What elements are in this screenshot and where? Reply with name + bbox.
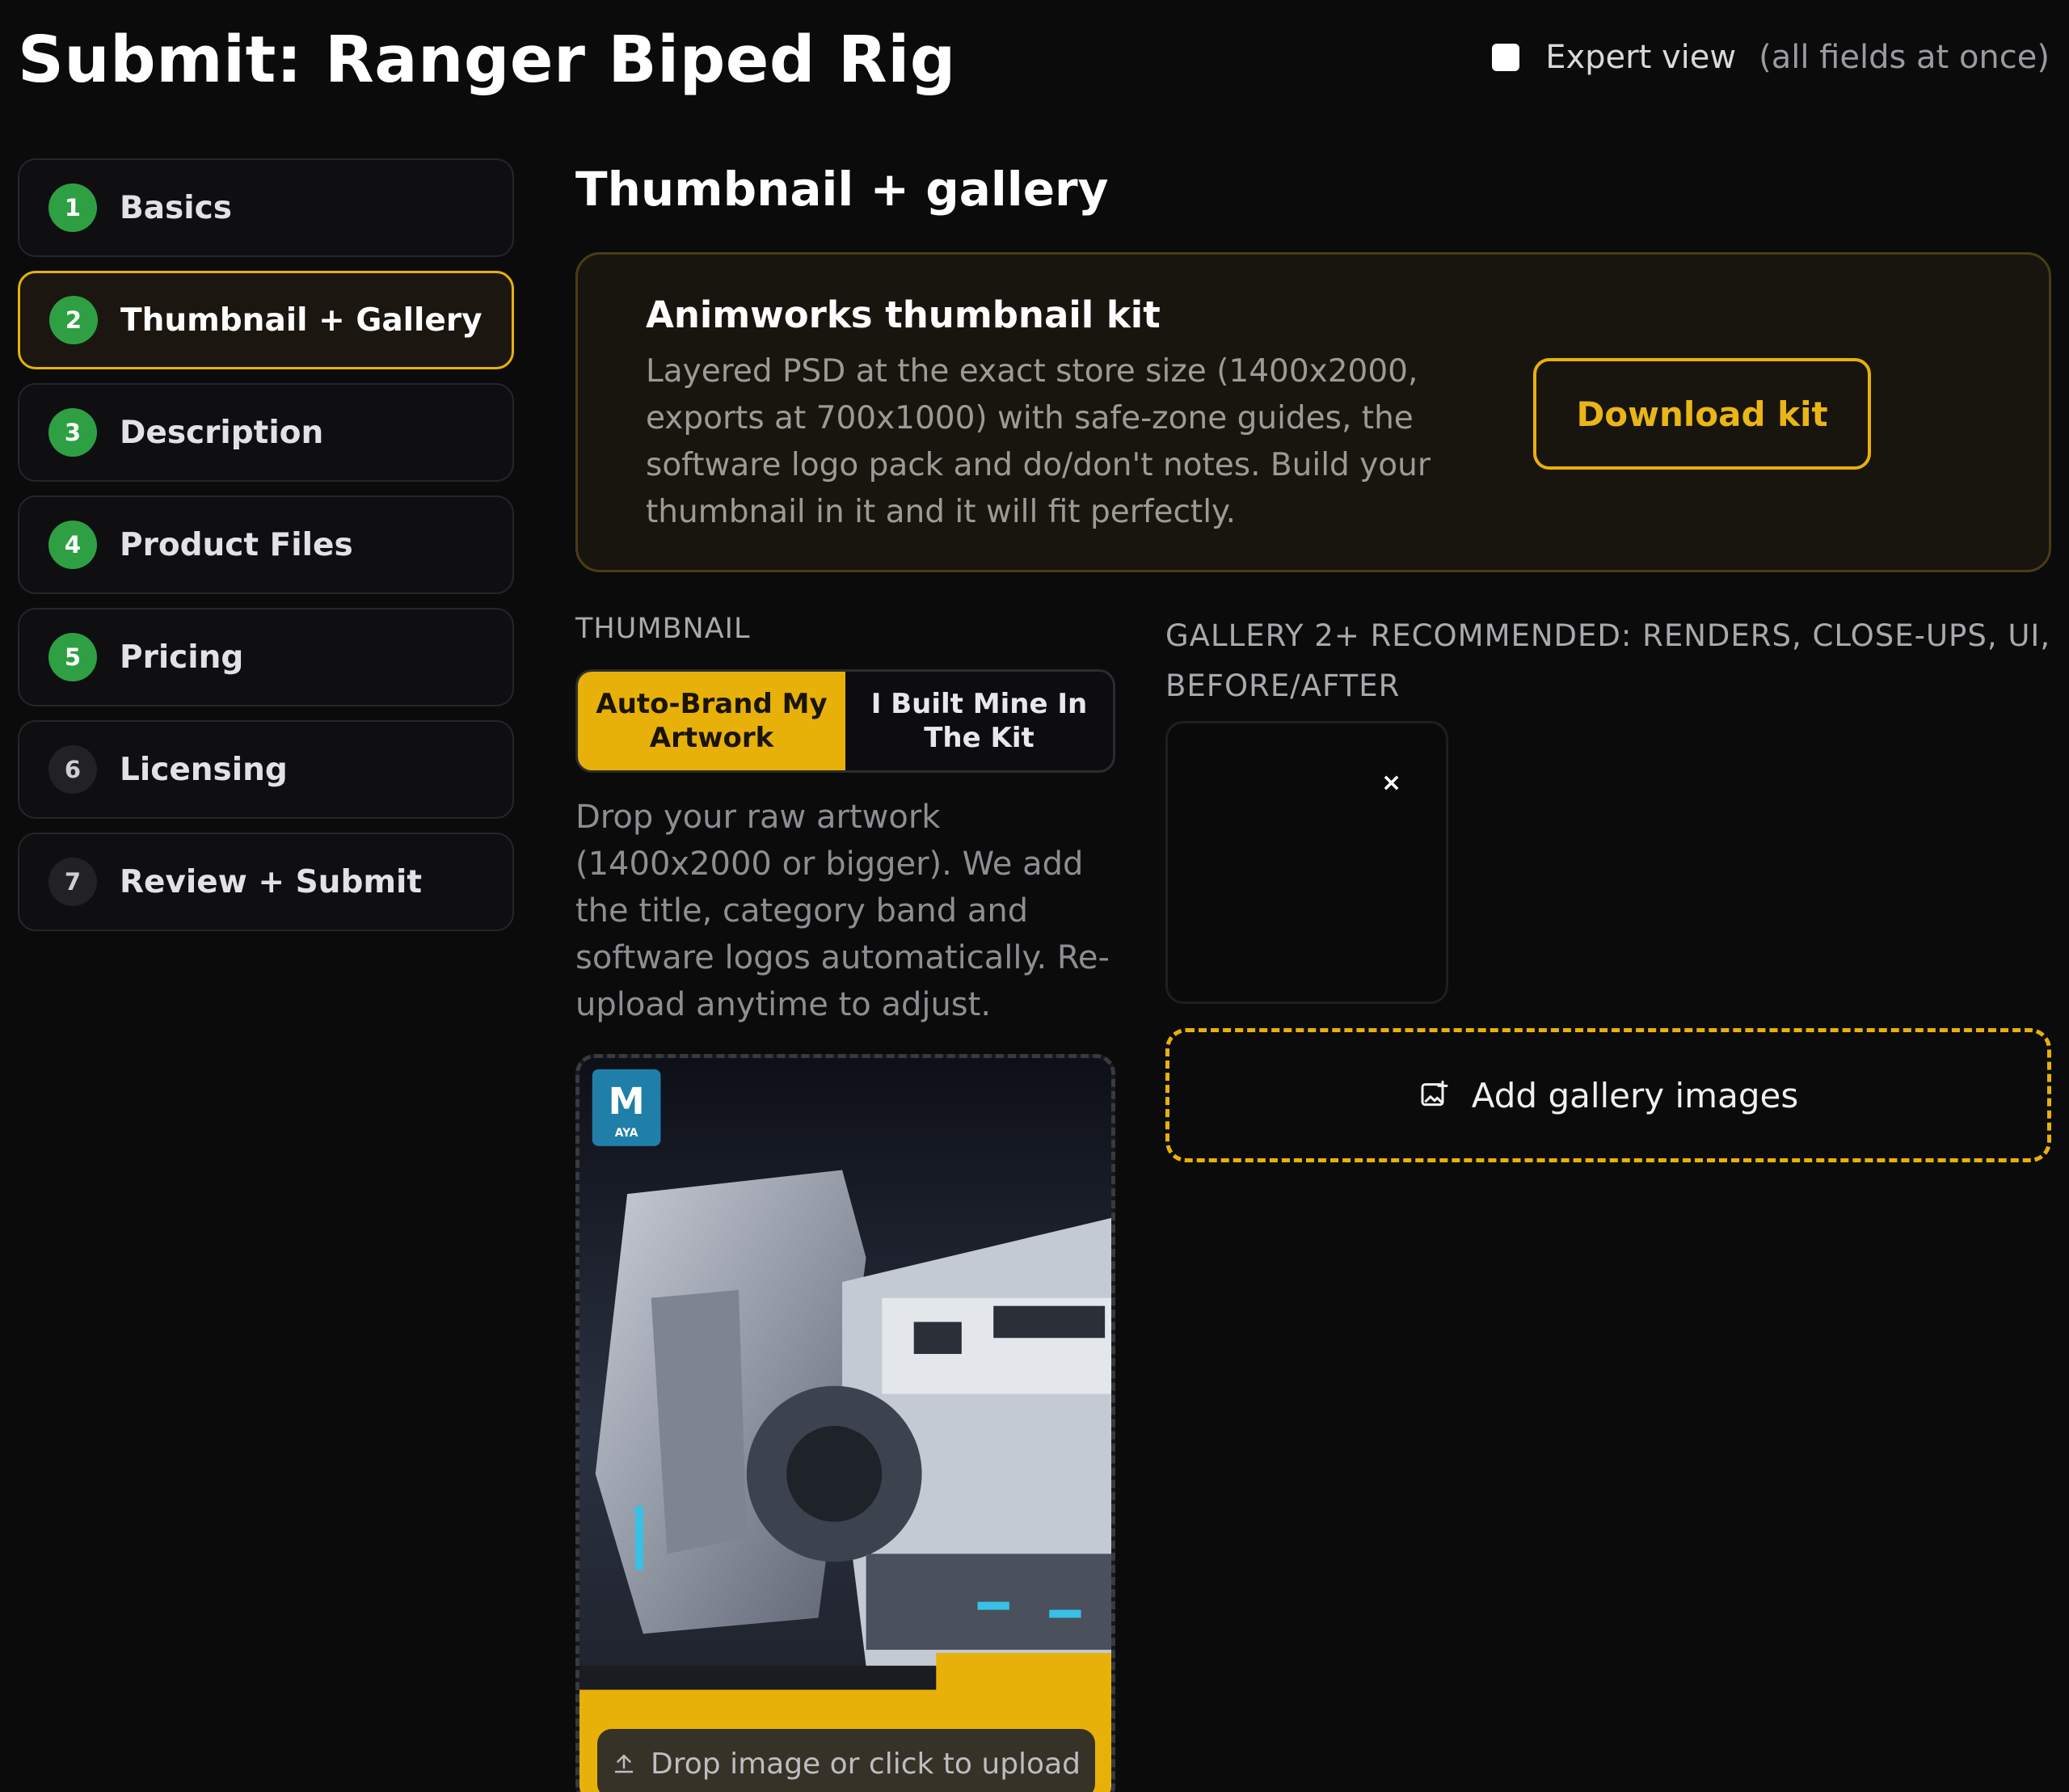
step-label: Review + Submit: [120, 863, 423, 900]
thumbnail-description: Drop your raw artwork (1400x2000 or bigg…: [575, 799, 1110, 1023]
step-number: 4: [48, 521, 97, 569]
expert-view-hint: (all fields at once): [1759, 39, 2050, 76]
built-in-kit-option[interactable]: I Built Mine In The Kit: [845, 672, 1113, 770]
auto-brand-option[interactable]: Auto-Brand My Artwork: [578, 672, 845, 770]
page-title: Submit: Ranger Biped Rig: [18, 23, 956, 97]
step-label: Pricing: [120, 639, 244, 676]
step-pricing[interactable]: 5 Pricing: [18, 608, 514, 706]
step-list: 1 Basics 2 Thumbnail + Gallery 3 Descrip…: [18, 158, 514, 945]
thumbnail-kit-card: Animworks thumbnail kit Layered PSD at t…: [575, 252, 2051, 572]
step-licensing[interactable]: 6 Licensing: [18, 720, 514, 819]
svg-text:AYA: AYA: [615, 1127, 638, 1140]
remove-gallery-image-icon[interactable]: ×: [1381, 769, 1401, 797]
gallery-label: GALLERY 2+ RECOMMENDED: RENDERS, CLOSE-U…: [1165, 618, 2051, 703]
thumbnail-dropzone[interactable]: M AYA Drop image or click to upload: [575, 1054, 1115, 1792]
step-label: Basics: [120, 189, 232, 226]
section-title: Thumbnail + gallery: [575, 162, 1109, 217]
step-number: 7: [48, 858, 97, 906]
step-number: 2: [49, 296, 98, 344]
step-number: 5: [48, 633, 97, 681]
step-number: 6: [48, 745, 97, 794]
gallery-image-tile[interactable]: ×: [1165, 721, 1448, 1004]
svg-text:M: M: [609, 1080, 645, 1123]
step-label: Product Files: [120, 526, 353, 563]
step-description[interactable]: 3 Description: [18, 383, 514, 482]
upload-prompt[interactable]: Drop image or click to upload: [597, 1729, 1095, 1792]
expert-view-label: Expert view: [1545, 39, 1737, 76]
step-label: Description: [120, 414, 324, 451]
thumbnail-mode-toggle: Auto-Brand My Artwork I Built Mine In Th…: [575, 669, 1115, 773]
upload-icon: [614, 1754, 634, 1773]
step-number: 1: [48, 183, 97, 232]
download-kit-button[interactable]: Download kit: [1533, 358, 1871, 470]
thumbnail-label: THUMBNAIL: [575, 613, 751, 645]
step-number: 3: [48, 408, 97, 457]
add-gallery-images-button[interactable]: Add gallery images: [1165, 1028, 2051, 1162]
step-label: Thumbnail + Gallery: [120, 301, 482, 339]
expert-view-toggle[interactable]: Expert view (all fields at once): [1492, 39, 2050, 76]
kit-description: Layered PSD at the exact store size (140…: [646, 353, 1431, 530]
add-gallery-text: Add gallery images: [1471, 1075, 1799, 1115]
add-image-icon: [1421, 1080, 1448, 1107]
step-review-submit[interactable]: 7 Review + Submit: [18, 833, 514, 931]
step-basics[interactable]: 1 Basics: [18, 158, 514, 257]
upload-text: Drop image or click to upload: [651, 1747, 1081, 1781]
step-thumbnail-gallery[interactable]: 2 Thumbnail + Gallery: [18, 271, 514, 369]
step-label: Licensing: [120, 751, 288, 788]
expert-view-checkbox[interactable]: [1492, 44, 1520, 71]
kit-title: Animworks thumbnail kit: [646, 293, 1161, 336]
thumbnail-preview-image: M AYA: [579, 1058, 1111, 1792]
step-product-files[interactable]: 4 Product Files: [18, 495, 514, 594]
